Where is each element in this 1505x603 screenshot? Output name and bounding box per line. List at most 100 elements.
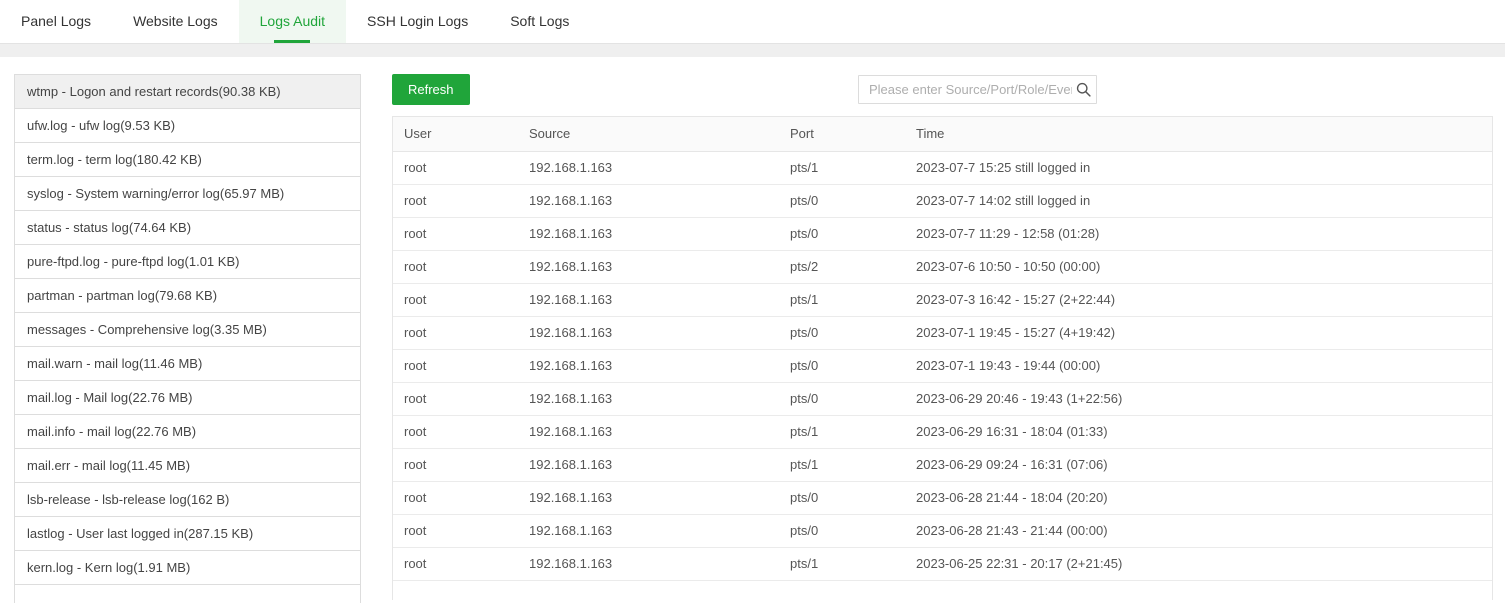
cell-time: 2023-06-25 22:31 - 20:17 (2+21:45) [905, 547, 1492, 580]
cell-source: 192.168.1.163 [518, 382, 779, 415]
search-input[interactable] [858, 75, 1097, 104]
log-file-item[interactable]: mail.info - mail log(22.76 MB) [15, 415, 360, 449]
log-file-item[interactable]: kern.log - Kern log(1.91 MB) [15, 551, 360, 585]
cell-source: 192.168.1.163 [518, 415, 779, 448]
cell-source: 192.168.1.163 [518, 481, 779, 514]
table-header-row: UserSourcePortTime [393, 117, 1492, 151]
log-file-item[interactable]: pure-ftpd.log - pure-ftpd log(1.01 KB) [15, 245, 360, 279]
cell-user: root [393, 448, 518, 481]
cell-user: root [393, 316, 518, 349]
log-file-item[interactable]: wtmp - Logon and restart records(90.38 K… [15, 75, 360, 109]
log-file-item[interactable]: term.log - term log(180.42 KB) [15, 143, 360, 177]
cell-user: root [393, 481, 518, 514]
log-file-item[interactable]: status - status log(74.64 KB) [15, 211, 360, 245]
table-row: root 192.168.1.163 pts/0 2023-07-1 19:43… [393, 349, 1492, 382]
cell-port: pts/0 [779, 481, 905, 514]
tab-panel-logs[interactable]: Panel Logs [0, 0, 112, 43]
log-file-label: kern.log - Kern log(1.91 MB) [27, 560, 190, 575]
cell-time: 2023-06-29 16:31 - 18:04 (01:33) [905, 415, 1492, 448]
cell-user: root [393, 415, 518, 448]
tab-label: Logs Audit [260, 13, 325, 29]
cell-source: 192.168.1.163 [518, 250, 779, 283]
log-file-item[interactable]: mail.warn - mail log(11.46 MB) [15, 347, 360, 381]
log-file-item[interactable]: lsb-release - lsb-release log(162 B) [15, 483, 360, 517]
cell-port: pts/0 [779, 184, 905, 217]
log-file-item-partial [15, 585, 360, 603]
log-file-item[interactable]: lastlog - User last logged in(287.15 KB) [15, 517, 360, 551]
cell-source: 192.168.1.163 [518, 151, 779, 184]
cell-source: 192.168.1.163 [518, 283, 779, 316]
cell-port: pts/1 [779, 283, 905, 316]
log-file-label: messages - Comprehensive log(3.35 MB) [27, 322, 267, 337]
cell-source: 192.168.1.163 [518, 184, 779, 217]
log-file-label: pure-ftpd.log - pure-ftpd log(1.01 KB) [27, 254, 239, 269]
log-file-item[interactable]: syslog - System warning/error log(65.97 … [15, 177, 360, 211]
log-file-label: term.log - term log(180.42 KB) [27, 152, 202, 167]
cell-source: 192.168.1.163 [518, 349, 779, 382]
log-file-label: mail.info - mail log(22.76 MB) [27, 424, 196, 439]
table-row: root 192.168.1.163 pts/2 2023-07-6 10:50… [393, 250, 1492, 283]
table-row: root 192.168.1.163 pts/0 2023-06-28 21:4… [393, 481, 1492, 514]
table-row: root 192.168.1.163 pts/0 2023-06-29 20:4… [393, 382, 1492, 415]
cell-source: 192.168.1.163 [518, 316, 779, 349]
login-records-table: UserSourcePortTime root 192.168.1.163 pt… [392, 116, 1493, 600]
cell-time: 2023-07-7 11:29 - 12:58 (01:28) [905, 217, 1492, 250]
cell-time: 2023-06-28 21:43 - 21:44 (00:00) [905, 514, 1492, 547]
logs-audit-panel: wtmp - Logon and restart records(90.38 K… [0, 57, 1505, 603]
cell-user: root [393, 382, 518, 415]
cell-time: 2023-06-29 20:46 - 19:43 (1+22:56) [905, 382, 1492, 415]
cell-port: pts/1 [779, 151, 905, 184]
cell-source: 192.168.1.163 [518, 514, 779, 547]
tab-label: Website Logs [133, 13, 218, 29]
cell-user: root [393, 184, 518, 217]
tab-label: SSH Login Logs [367, 13, 468, 29]
cell-port: pts/0 [779, 349, 905, 382]
cell-time: 2023-07-1 19:43 - 19:44 (00:00) [905, 349, 1492, 382]
search-icon[interactable] [1075, 81, 1092, 98]
cell-time: 2023-07-1 19:45 - 15:27 (4+19:42) [905, 316, 1492, 349]
cell-user: root [393, 349, 518, 382]
log-file-item[interactable]: mail.log - Mail log(22.76 MB) [15, 381, 360, 415]
cell-port: pts/0 [779, 514, 905, 547]
log-file-label: status - status log(74.64 KB) [27, 220, 191, 235]
log-file-label: partman - partman log(79.68 KB) [27, 288, 217, 303]
tab-label: Soft Logs [510, 13, 569, 29]
log-detail-area: Refresh UserSourcePortTime root [392, 74, 1493, 600]
log-file-list: wtmp - Logon and restart records(90.38 K… [14, 74, 361, 603]
column-header-time: Time [905, 117, 1492, 151]
log-file-label: syslog - System warning/error log(65.97 … [27, 186, 284, 201]
cell-user: root [393, 514, 518, 547]
tab-website-logs[interactable]: Website Logs [112, 0, 239, 43]
log-file-label: lsb-release - lsb-release log(162 B) [27, 492, 229, 507]
cell-time: 2023-07-6 10:50 - 10:50 (00:00) [905, 250, 1492, 283]
cell-time: 2023-06-28 21:44 - 18:04 (20:20) [905, 481, 1492, 514]
toolbar: Refresh [392, 74, 1493, 105]
cell-port: pts/0 [779, 382, 905, 415]
log-file-item[interactable]: ufw.log - ufw log(9.53 KB) [15, 109, 360, 143]
table-row-partial [393, 580, 1492, 600]
cell-source: 192.168.1.163 [518, 217, 779, 250]
table-row: root 192.168.1.163 pts/1 2023-06-29 16:3… [393, 415, 1492, 448]
cell-port: pts/2 [779, 250, 905, 283]
logs-tabbar: Panel Logs Website Logs Logs Audit SSH L… [0, 0, 1505, 43]
cell-port: pts/1 [779, 547, 905, 580]
table-row: root 192.168.1.163 pts/1 2023-07-3 16:42… [393, 283, 1492, 316]
table-row: root 192.168.1.163 pts/1 2023-06-25 22:3… [393, 547, 1492, 580]
cell-user: root [393, 151, 518, 184]
log-file-label: mail.warn - mail log(11.46 MB) [27, 356, 202, 371]
refresh-button[interactable]: Refresh [392, 74, 470, 105]
cell-user: root [393, 547, 518, 580]
tab-ssh-login-logs[interactable]: SSH Login Logs [346, 0, 489, 43]
log-file-item[interactable]: messages - Comprehensive log(3.35 MB) [15, 313, 360, 347]
log-file-label: ufw.log - ufw log(9.53 KB) [27, 118, 175, 133]
tab-soft-logs[interactable]: Soft Logs [489, 0, 590, 43]
tab-logs-audit[interactable]: Logs Audit [239, 0, 346, 43]
cell-source: 192.168.1.163 [518, 547, 779, 580]
cell-port: pts/1 [779, 415, 905, 448]
log-file-label: wtmp - Logon and restart records(90.38 K… [27, 84, 281, 99]
table-row: root 192.168.1.163 pts/1 2023-06-29 09:2… [393, 448, 1492, 481]
log-file-item[interactable]: mail.err - mail log(11.45 MB) [15, 449, 360, 483]
cell-time: 2023-07-3 16:42 - 15:27 (2+22:44) [905, 283, 1492, 316]
log-file-item[interactable]: partman - partman log(79.68 KB) [15, 279, 360, 313]
cell-time: 2023-07-7 14:02 still logged in [905, 184, 1492, 217]
